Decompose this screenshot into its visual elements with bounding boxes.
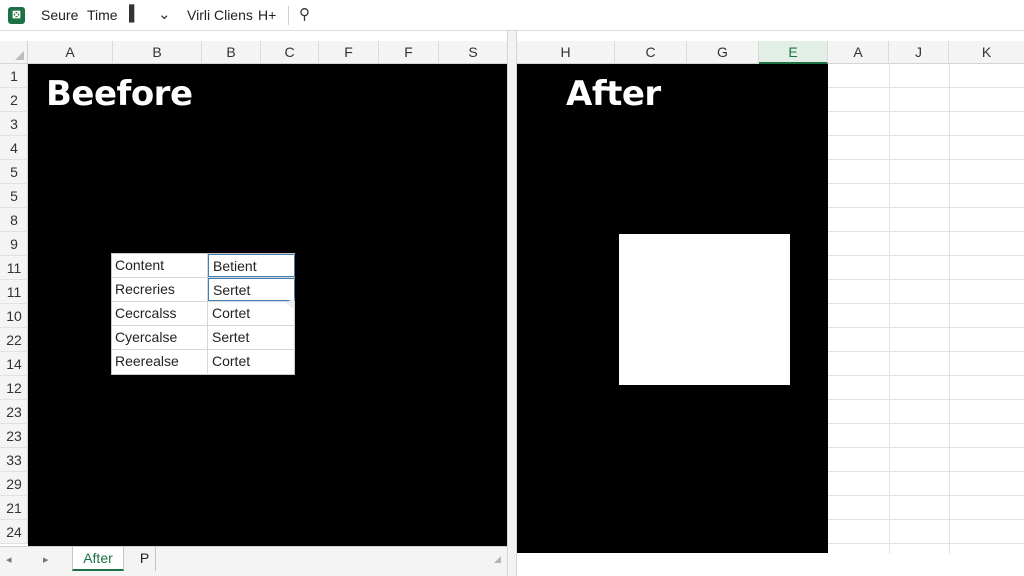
sheet-tab-p[interactable]: P bbox=[134, 547, 156, 571]
gridline bbox=[828, 423, 1024, 424]
table-row: Reerealse Cortet bbox=[112, 350, 294, 374]
table-cell[interactable]: Cecrcalss bbox=[112, 302, 208, 325]
column-header-selected[interactable]: E bbox=[759, 41, 828, 64]
gridline bbox=[828, 495, 1024, 496]
toolbar-item-time[interactable]: Time bbox=[87, 7, 118, 23]
gridline bbox=[828, 327, 1024, 328]
column-header[interactable]: C bbox=[261, 41, 319, 64]
row-header[interactable]: 29 bbox=[0, 472, 28, 496]
row-header[interactable]: 12 bbox=[0, 376, 28, 400]
table-cell[interactable]: Sertet bbox=[208, 326, 295, 349]
table-cell[interactable]: Content bbox=[112, 254, 208, 277]
column-header[interactable]: A bbox=[828, 41, 889, 64]
column-header[interactable]: S bbox=[439, 41, 507, 64]
column-header-bar: A B B C F F S bbox=[28, 41, 507, 64]
toolbar: ⊠ Seure Time ▌ ⌄ Virli Cliens H+ ⚲ bbox=[0, 0, 1024, 31]
gridline bbox=[828, 447, 1024, 448]
row-header-bar: 1 2 3 4 5 5 8 9 11 11 10 22 14 12 23 23 … bbox=[0, 64, 28, 544]
gridline bbox=[828, 183, 1024, 184]
row-header[interactable]: 11 bbox=[0, 280, 28, 304]
gridline bbox=[828, 519, 1024, 520]
column-header[interactable]: B bbox=[113, 41, 202, 64]
column-header[interactable]: J bbox=[889, 41, 949, 64]
corner-triangle-icon bbox=[15, 51, 24, 60]
gridline bbox=[949, 64, 950, 554]
gridline bbox=[828, 543, 1024, 544]
column-header[interactable]: G bbox=[687, 41, 759, 64]
row-header[interactable]: 4 bbox=[0, 136, 28, 160]
before-data-table: Content Betient Recreries Sertet Cecrcal… bbox=[111, 253, 295, 375]
gridline bbox=[889, 64, 890, 554]
gridline bbox=[828, 159, 1024, 160]
column-header[interactable]: C bbox=[615, 41, 687, 64]
column-header-bar: H C G E A J K bbox=[517, 41, 1024, 64]
select-all-corner[interactable] bbox=[0, 41, 28, 64]
table-cell[interactable]: Recreries bbox=[112, 278, 208, 301]
table-cell[interactable]: Reerealse bbox=[112, 350, 208, 373]
chevron-down-icon[interactable]: ⌄ bbox=[158, 5, 171, 23]
gridline bbox=[828, 231, 1024, 232]
gridline bbox=[828, 399, 1024, 400]
gridline bbox=[828, 471, 1024, 472]
table-cell-active[interactable]: Sertet bbox=[208, 278, 295, 301]
row-header[interactable]: 22 bbox=[0, 328, 28, 352]
row-header[interactable]: 1 bbox=[0, 64, 28, 88]
spreadsheet-app-icon[interactable]: ⊠ bbox=[8, 7, 25, 24]
after-title: After bbox=[566, 74, 661, 114]
row-header[interactable]: 3 bbox=[0, 112, 28, 136]
table-cell-active[interactable]: Betient bbox=[208, 254, 295, 277]
toolbar-separator bbox=[288, 6, 289, 25]
pane-divider[interactable] bbox=[507, 31, 517, 576]
bookmark-icon[interactable]: ▌ bbox=[129, 5, 140, 22]
row-header[interactable]: 11 bbox=[0, 256, 28, 280]
sheet-tab-bar: ◂ ▸ After P bbox=[0, 546, 507, 576]
before-title: Beefore bbox=[46, 74, 193, 114]
table-row: Cecrcalss Cortet bbox=[112, 302, 294, 326]
gridline bbox=[828, 351, 1024, 352]
tab-scroll-right-icon[interactable]: ▸ bbox=[43, 553, 49, 566]
table-cell[interactable]: Cortet bbox=[208, 302, 295, 325]
gridline bbox=[828, 207, 1024, 208]
row-header[interactable]: 5 bbox=[0, 184, 28, 208]
row-header[interactable]: 21 bbox=[0, 496, 28, 520]
table-row: Content Betient bbox=[112, 254, 295, 278]
column-header[interactable]: F bbox=[319, 41, 379, 64]
row-header[interactable]: 24 bbox=[0, 520, 28, 544]
column-header[interactable]: K bbox=[949, 41, 1024, 64]
table-row: Cyercalse Sertet bbox=[112, 326, 294, 350]
gridline bbox=[828, 135, 1024, 136]
row-header[interactable]: 10 bbox=[0, 304, 28, 328]
gridline bbox=[828, 375, 1024, 376]
gridline bbox=[828, 255, 1024, 256]
row-header[interactable]: 14 bbox=[0, 352, 28, 376]
gridline bbox=[828, 279, 1024, 280]
toolbar-item-h-plus[interactable]: H+ bbox=[258, 7, 276, 23]
row-header[interactable]: 2 bbox=[0, 88, 28, 112]
column-header[interactable]: A bbox=[28, 41, 113, 64]
row-header[interactable]: 23 bbox=[0, 400, 28, 424]
row-header[interactable]: 33 bbox=[0, 448, 28, 472]
gridline bbox=[828, 87, 1024, 88]
column-header[interactable]: F bbox=[379, 41, 439, 64]
tab-scroll-left-icon[interactable]: ◂ bbox=[6, 553, 12, 566]
person-icon[interactable]: ⚲ bbox=[299, 5, 310, 23]
row-header[interactable]: 8 bbox=[0, 208, 28, 232]
after-white-image bbox=[619, 234, 790, 385]
resize-corner-icon[interactable] bbox=[494, 556, 501, 563]
gridline bbox=[828, 303, 1024, 304]
sheet-tab-after[interactable]: After bbox=[72, 547, 124, 571]
row-header[interactable]: 9 bbox=[0, 232, 28, 256]
table-cell[interactable]: Cyercalse bbox=[112, 326, 208, 349]
table-cell[interactable]: Cortet bbox=[208, 350, 295, 373]
table-row: Recreries Sertet bbox=[112, 278, 295, 302]
column-header[interactable]: B bbox=[202, 41, 261, 64]
toolbar-item-seure[interactable]: Seure bbox=[41, 7, 78, 23]
row-header[interactable]: 23 bbox=[0, 424, 28, 448]
gridline bbox=[828, 111, 1024, 112]
column-header[interactable]: H bbox=[517, 41, 615, 64]
row-header[interactable]: 5 bbox=[0, 160, 28, 184]
toolbar-item-virli-cliens[interactable]: Virli Cliens bbox=[187, 7, 253, 23]
